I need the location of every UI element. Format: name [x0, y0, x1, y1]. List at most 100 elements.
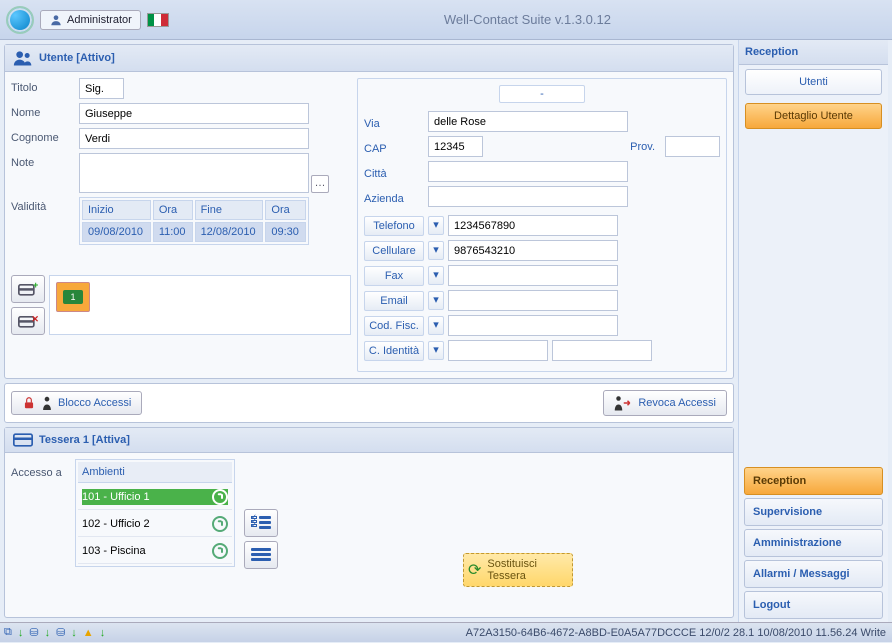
- remove-card-button[interactable]: ✕: [11, 307, 45, 335]
- svg-text:+: +: [33, 281, 38, 290]
- person-block-icon: [42, 396, 52, 410]
- revoca-accessi-button[interactable]: Revoca Accessi: [603, 390, 727, 416]
- address-expand-button[interactable]: -: [499, 85, 585, 103]
- card-plus-icon: +: [18, 281, 38, 297]
- col-ora2[interactable]: Ora: [265, 200, 306, 220]
- app-title: Well-Contact Suite v.1.3.0.12: [169, 12, 886, 27]
- email-dropdown[interactable]: ▾: [428, 291, 444, 310]
- add-card-button[interactable]: +: [11, 275, 45, 303]
- cellulare-input[interactable]: [448, 240, 618, 261]
- citta-input[interactable]: [428, 161, 628, 182]
- nav-supervisione[interactable]: Supervisione: [744, 498, 883, 526]
- cap-input[interactable]: [428, 136, 483, 157]
- cidentita-dropdown[interactable]: ▾: [428, 341, 444, 360]
- ambienti-row-2[interactable]: 102 - Ufficio 2: [82, 516, 228, 532]
- cellulare-button[interactable]: Cellulare: [364, 241, 424, 261]
- codfisc-input[interactable]: [448, 315, 618, 336]
- cap-label: CAP: [364, 139, 424, 155]
- cognome-input[interactable]: [79, 128, 309, 149]
- dettaglio-utente-button[interactable]: Dettaglio Utente: [745, 103, 882, 129]
- telefono-button[interactable]: Telefono: [364, 216, 424, 236]
- note-input[interactable]: [79, 153, 309, 193]
- person-exit-icon: [614, 395, 632, 411]
- statusbar: ⧉↓ ⛁↓ ⛁↓ ▲↓ A72A3150-64B6-4672-A8BD-E0A5…: [0, 622, 892, 642]
- cidentita-button[interactable]: C. Identità: [364, 341, 424, 361]
- fax-input[interactable]: [448, 265, 618, 286]
- note-label: Note: [11, 153, 79, 169]
- utenti-button[interactable]: Utenti: [745, 69, 882, 95]
- codfisc-button[interactable]: Cod. Fisc.: [364, 316, 424, 336]
- nav-amministrazione[interactable]: Amministrazione: [744, 529, 883, 557]
- access-bar: Blocco Accessi Revoca Accessi: [4, 383, 734, 423]
- flag-icon[interactable]: [147, 13, 169, 27]
- nav-reception[interactable]: Reception: [744, 467, 883, 495]
- card-tile-1[interactable]: 1: [56, 282, 90, 312]
- lock-icon: [22, 396, 36, 410]
- sostituisci-tessera-button[interactable]: ⟳ Sostituisci Tessera: [463, 553, 573, 587]
- codfisc-dropdown[interactable]: ▾: [428, 316, 444, 335]
- validita-label: Validità: [11, 197, 79, 213]
- user-chip[interactable]: Administrator: [40, 10, 141, 30]
- checklist-button[interactable]: [244, 509, 278, 537]
- nav-logout[interactable]: Logout: [744, 591, 883, 619]
- accesso-label: Accesso a: [11, 459, 69, 569]
- col-fine[interactable]: Fine: [195, 200, 264, 220]
- card-icon: [13, 433, 33, 447]
- svg-text:✕: ✕: [31, 314, 38, 324]
- ambienti-header[interactable]: Ambienti: [78, 462, 232, 483]
- list-button[interactable]: [244, 541, 278, 569]
- via-label: Via: [364, 114, 424, 130]
- utente-panel: Utente [Attivo] Titolo Nome Cognome Note…: [4, 44, 734, 379]
- azienda-input[interactable]: [428, 186, 628, 207]
- email-button[interactable]: Email: [364, 291, 424, 311]
- status-db-icon: ⛁: [29, 626, 38, 639]
- cognome-label: Cognome: [11, 128, 79, 144]
- user-name: Administrator: [67, 14, 132, 26]
- card-tray: 1: [49, 275, 351, 335]
- titolo-label: Titolo: [11, 78, 79, 94]
- ambienti-row-3[interactable]: 103 - Piscina: [82, 543, 228, 559]
- ambienti-table: Ambienti 101 - Ufficio 1 102 - Ufficio 2…: [75, 459, 235, 567]
- citta-label: Città: [364, 164, 424, 180]
- fax-button[interactable]: Fax: [364, 266, 424, 286]
- status-alarm-icon: ▲: [83, 627, 94, 639]
- topbar: Administrator Well-Contact Suite v.1.3.0…: [0, 0, 892, 40]
- titolo-input[interactable]: [79, 78, 124, 99]
- nome-label: Nome: [11, 103, 79, 119]
- validita-table: InizioOraFineOra 09/08/201011:0012/08/20…: [79, 197, 309, 245]
- nav-allarmi[interactable]: Allarmi / Messaggi: [744, 560, 883, 588]
- utente-header: Utente [Attivo]: [5, 45, 733, 72]
- users-icon: [13, 50, 33, 66]
- cidentita-input-2[interactable]: [552, 340, 652, 361]
- clock-icon[interactable]: [212, 516, 228, 532]
- list-icon: [251, 548, 271, 562]
- checklist-icon: [251, 516, 271, 531]
- clock-icon[interactable]: [212, 543, 228, 559]
- tessera-panel: Tessera 1 [Attiva] Accesso a Ambienti 10…: [4, 427, 734, 618]
- fax-dropdown[interactable]: ▾: [428, 266, 444, 285]
- clock-icon[interactable]: [212, 489, 228, 505]
- via-input[interactable]: [428, 111, 628, 132]
- note-more-button[interactable]: …: [311, 175, 329, 193]
- card-x-icon: ✕: [18, 313, 38, 329]
- ambienti-row-1[interactable]: 101 - Ufficio 1: [82, 489, 228, 505]
- blocco-accessi-button[interactable]: Blocco Accessi: [11, 391, 142, 415]
- cellulare-dropdown[interactable]: ▾: [428, 241, 444, 260]
- telefono-dropdown[interactable]: ▾: [428, 216, 444, 235]
- user-icon: [49, 13, 63, 27]
- prov-input[interactable]: [665, 136, 720, 157]
- nome-input[interactable]: [79, 103, 309, 124]
- telefono-input[interactable]: [448, 215, 618, 236]
- email-input[interactable]: [448, 290, 618, 311]
- validita-row[interactable]: 09/08/201011:0012/08/201009:30: [82, 222, 306, 242]
- cidentita-input-1[interactable]: [448, 340, 548, 361]
- right-sidebar: Reception Utenti Dettaglio Utente Recept…: [738, 40, 888, 622]
- right-header: Reception: [739, 40, 888, 65]
- status-text: A72A3150-64B6-4672-A8BD-E0A5A77DCCCE 12/…: [466, 627, 886, 639]
- col-ora1[interactable]: Ora: [153, 200, 193, 220]
- status-bus-icon: ⛁: [56, 626, 65, 639]
- col-inizio[interactable]: Inizio: [82, 200, 151, 220]
- refresh-icon: ⟳: [468, 560, 481, 580]
- app-logo-button[interactable]: [6, 6, 34, 34]
- status-net-icon: ⧉: [4, 626, 12, 639]
